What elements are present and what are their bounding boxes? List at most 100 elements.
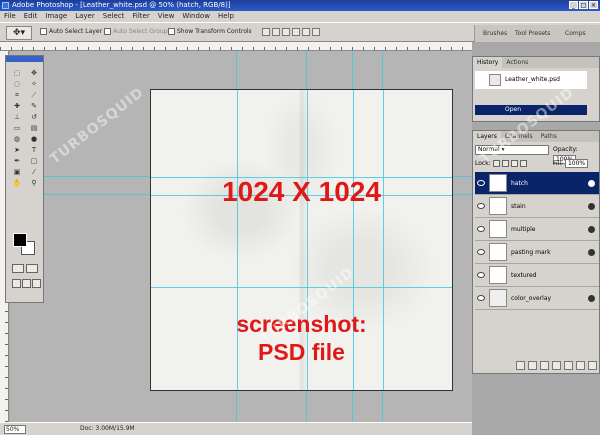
lock-pixels-icon[interactable]	[501, 160, 509, 167]
new-adjustment-icon[interactable]	[564, 361, 573, 370]
show-transform-checkbox[interactable]: Show Transform Controls	[168, 28, 252, 35]
visibility-eye-icon[interactable]	[477, 295, 485, 301]
align-right-icon[interactable]	[312, 28, 320, 36]
visibility-eye-icon[interactable]	[477, 249, 485, 255]
eyedropper-icon[interactable]: ⁄	[26, 167, 42, 177]
path-selection-icon[interactable]: ➤	[9, 145, 25, 155]
hand-tool-icon[interactable]: ✋	[9, 178, 25, 188]
align-middle-icon[interactable]	[272, 28, 280, 36]
layer-row[interactable]: pasting mark	[475, 241, 599, 264]
tab-channels[interactable]: Channels	[501, 131, 537, 142]
lock-all-icon[interactable]	[519, 160, 527, 167]
history-brush-icon[interactable]: ↺	[26, 112, 42, 122]
fill-value[interactable]: 100%	[564, 159, 589, 168]
layer-effects-icon[interactable]	[588, 249, 595, 256]
minimize-button[interactable]: _	[569, 1, 578, 9]
document-canvas[interactable]: 1024 X 1024 screenshot: PSD file	[150, 89, 453, 391]
close-button[interactable]: ×	[589, 1, 598, 9]
standard-screen-icon[interactable]	[12, 279, 21, 288]
standard-mode-icon[interactable]	[12, 264, 24, 273]
menu-help[interactable]: Help	[214, 11, 238, 22]
auto-select-groups-checkbox[interactable]: Auto Select Groups	[104, 28, 171, 35]
options-bar: ✥▾ Auto Select Layer Auto Select Groups …	[0, 22, 600, 42]
tab-actions[interactable]: Actions	[502, 57, 532, 68]
layer-row[interactable]: hatch	[475, 172, 599, 195]
clone-stamp-icon[interactable]: ⊥	[9, 112, 25, 122]
brush-tool-icon[interactable]: ✎	[26, 101, 42, 111]
menu-filter[interactable]: Filter	[128, 11, 153, 22]
layer-row[interactable]: textured	[475, 264, 599, 287]
align-center-icon[interactable]	[302, 28, 310, 36]
eraser-tool-icon[interactable]: ▭	[9, 123, 25, 133]
menu-image[interactable]: Image	[41, 11, 71, 22]
menu-layer[interactable]: Layer	[71, 11, 99, 22]
menu-file[interactable]: File	[0, 11, 20, 22]
move-tool-icon[interactable]: ✥	[26, 68, 42, 78]
menu-view[interactable]: View	[154, 11, 179, 22]
blur-tool-icon[interactable]: ◍	[9, 134, 25, 144]
dodge-tool-icon[interactable]: ●	[26, 134, 42, 144]
visibility-eye-icon[interactable]	[477, 226, 485, 232]
gradient-tool-icon[interactable]: ▤	[26, 123, 42, 133]
new-group-icon[interactable]	[552, 361, 561, 370]
visibility-eye-icon[interactable]	[477, 203, 485, 209]
visibility-eye-icon[interactable]	[477, 180, 485, 186]
menu-edit[interactable]: Edit	[20, 11, 42, 22]
lock-transparency-icon[interactable]	[492, 160, 500, 167]
layer-effects-icon[interactable]	[588, 203, 595, 210]
snapshot-label: Leather_white.psd	[505, 76, 560, 83]
add-mask-icon[interactable]	[540, 361, 549, 370]
auto-select-layer-checkbox[interactable]: Auto Select Layer	[40, 28, 102, 35]
tab-paths[interactable]: Paths	[537, 131, 561, 142]
foreground-color-swatch[interactable]	[13, 233, 27, 247]
horizontal-ruler[interactable]	[0, 42, 472, 51]
document-size-info[interactable]: Doc: 3.00M/15.9M	[80, 423, 135, 435]
fill-control[interactable]: Fill: 100%	[553, 159, 589, 169]
lock-position-icon[interactable]	[510, 160, 518, 167]
guide-horizontal[interactable]	[151, 287, 452, 288]
healing-brush-icon[interactable]: ✚	[9, 101, 25, 111]
layer-effects-icon[interactable]	[588, 295, 595, 302]
lasso-tool-icon[interactable]: ◌	[9, 79, 25, 89]
full-screen-icon[interactable]	[32, 279, 41, 288]
type-tool-icon[interactable]: T	[26, 145, 42, 155]
full-screen-menu-icon[interactable]	[22, 279, 31, 288]
slice-tool-icon[interactable]: ⟋	[26, 90, 42, 100]
pen-tool-icon[interactable]: ✒	[9, 156, 25, 166]
quick-mask-icon[interactable]	[26, 264, 38, 273]
tool-preset-picker[interactable]: ✥▾	[6, 26, 32, 40]
zoom-level-field[interactable]: 50%	[4, 425, 26, 434]
zoom-tool-icon[interactable]: ⚲	[26, 178, 42, 188]
palette-grip[interactable]	[6, 56, 43, 62]
new-layer-icon[interactable]	[576, 361, 585, 370]
menu-window[interactable]: Window	[178, 11, 214, 22]
visibility-eye-icon[interactable]	[477, 272, 485, 278]
align-bottom-icon[interactable]	[282, 28, 290, 36]
align-top-icon[interactable]	[262, 28, 270, 36]
notes-tool-icon[interactable]: ▣	[9, 167, 25, 177]
layer-row[interactable]: multiple	[475, 218, 599, 241]
layer-effects-icon[interactable]	[588, 226, 595, 233]
marquee-tool-icon[interactable]: ⬚	[9, 68, 25, 78]
shape-tool-icon[interactable]: ▢	[26, 156, 42, 166]
crop-tool-icon[interactable]: ⌗	[9, 90, 25, 100]
tab-tool-presets[interactable]: Tool Presets	[515, 30, 550, 37]
tab-history[interactable]: History	[473, 57, 503, 68]
tab-brushes[interactable]: Brushes	[483, 30, 507, 37]
history-palette: History Actions Leather_white.psd Open	[472, 56, 600, 122]
add-style-icon[interactable]	[528, 361, 537, 370]
menu-select[interactable]: Select	[99, 11, 129, 22]
history-snapshot[interactable]: Leather_white.psd	[475, 71, 587, 89]
delete-layer-icon[interactable]	[588, 361, 597, 370]
history-state-open[interactable]: Open	[475, 105, 587, 115]
magic-wand-tool-icon[interactable]: ✧	[26, 79, 42, 89]
maximize-button[interactable]: □	[579, 1, 588, 9]
link-layers-icon[interactable]	[516, 361, 525, 370]
tab-comps[interactable]: Comps	[565, 30, 586, 37]
layer-effects-icon[interactable]	[588, 180, 595, 187]
layer-row[interactable]: color_overlay	[475, 287, 599, 310]
blend-mode-select[interactable]: Normal ▾	[475, 145, 549, 155]
align-left-icon[interactable]	[292, 28, 300, 36]
tab-layers[interactable]: Layers	[473, 131, 501, 142]
layer-row[interactable]: stain	[475, 195, 599, 218]
